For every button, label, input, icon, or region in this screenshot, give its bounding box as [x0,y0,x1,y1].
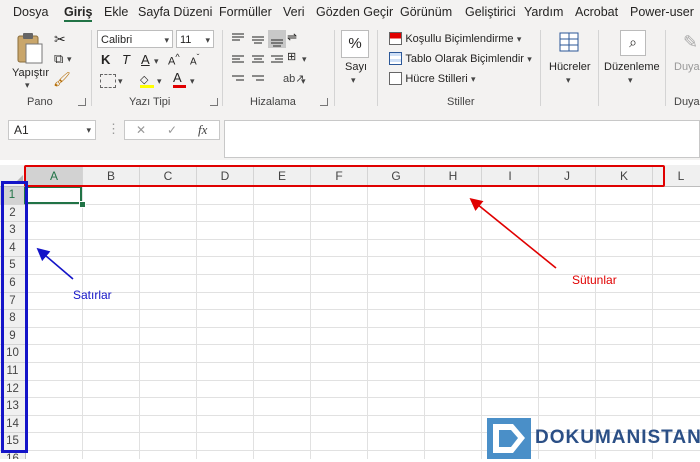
rows-annotation-label: Satırlar [73,288,112,302]
columns-annotation-label: Sütunlar [572,273,617,287]
logo-text: DOKUMANISTAN [535,427,700,448]
rows-arrow [36,247,74,280]
dokumanistan-logo: DOKUMANISTAN [487,418,700,459]
annotation-arrows [36,197,557,280]
logo-mark-icon [487,418,531,459]
columns-arrow [469,197,557,269]
